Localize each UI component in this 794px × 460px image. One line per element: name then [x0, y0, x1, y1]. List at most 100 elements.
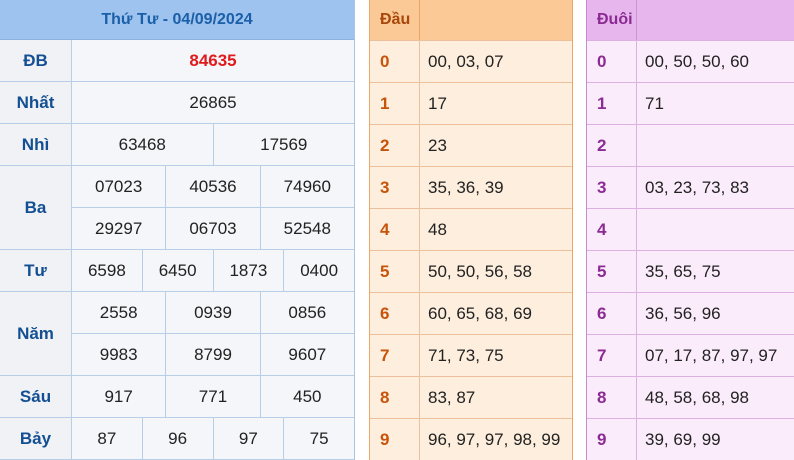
dau-row: 4 48 — [370, 208, 572, 250]
result-row: Ba 07023 40536 74960 29297 06703 52548 — [0, 166, 354, 250]
duoi-values: 35, 65, 75 — [645, 261, 721, 281]
dau-values: 71, 73, 75 — [428, 345, 504, 365]
prize-number: 06703 — [166, 208, 261, 250]
duoi-values — [637, 209, 794, 250]
prize-number: 75 — [284, 418, 354, 460]
duoi-row: 9 39, 69, 99 — [587, 418, 794, 460]
dau-digit: 5 — [370, 251, 420, 292]
dau-header: Đầu — [370, 0, 572, 40]
duoi-values — [637, 125, 794, 166]
dau-row: 7 71, 73, 75 — [370, 334, 572, 376]
result-row: Bảy 87 96 97 75 — [0, 418, 354, 460]
results-table: Thứ Tư - 04/09/2024 ĐB 84635 Nhất 26865 Nhì 6… — [0, 0, 355, 460]
duoi-header: Đuôi — [587, 0, 794, 40]
results-date-title: Thứ Tư - 04/09/2024 — [0, 0, 354, 40]
duoi-digit: 8 — [587, 377, 637, 418]
dau-row: 1 17 — [370, 82, 572, 124]
prize-number: 771 — [166, 376, 261, 418]
dau-panel: Đầu 0 00, 03, 07 1 17 2 23 3 35, 36, 39 4 48 5 50, … — [369, 0, 573, 460]
duoi-values: 71 — [645, 93, 664, 113]
prize-number: 74960 — [260, 166, 354, 208]
duoi-row: 0 00, 50, 50, 60 — [587, 40, 794, 82]
dau-values: 60, 65, 68, 69 — [428, 303, 532, 323]
prize-label: Sáu — [0, 376, 72, 418]
duoi-title: Đuôi — [587, 0, 637, 40]
prize-label: Nhì — [0, 124, 72, 166]
result-row: Nhất 26865 — [0, 82, 354, 124]
dau-values: 50, 50, 56, 58 — [428, 261, 532, 281]
prize-number: 0400 — [284, 250, 354, 292]
duoi-row: 5 35, 65, 75 — [587, 250, 794, 292]
prize-number: 450 — [260, 376, 354, 418]
dau-row: 8 83, 87 — [370, 376, 572, 418]
dau-row: 3 35, 36, 39 — [370, 166, 572, 208]
dau-values: 00, 03, 07 — [428, 51, 504, 71]
prize-number: 8799 — [166, 334, 261, 376]
prize-number: 917 — [72, 376, 167, 418]
prize-number: 17569 — [213, 124, 354, 166]
duoi-values: 39, 69, 99 — [645, 429, 721, 449]
prize-number: 0856 — [260, 292, 354, 334]
dau-digit: 0 — [370, 41, 420, 82]
duoi-digit: 6 — [587, 293, 637, 334]
result-row: Năm 2558 0939 0856 9983 8799 9607 — [0, 292, 354, 376]
dau-values: 35, 36, 39 — [428, 177, 504, 197]
dau-row: 0 00, 03, 07 — [370, 40, 572, 82]
prize-label: Ba — [0, 166, 72, 250]
dau-values: 17 — [428, 93, 447, 113]
result-row: ĐB 84635 — [0, 40, 354, 82]
duoi-row: 3 03, 23, 73, 83 — [587, 166, 794, 208]
prize-number: 2558 — [72, 292, 167, 334]
prize-label: Nhất — [0, 82, 72, 124]
dau-digit: 6 — [370, 293, 420, 334]
dau-values: 83, 87 — [428, 387, 476, 407]
dau-values: 48 — [428, 219, 447, 239]
prize-label: Tư — [0, 250, 72, 292]
dau-rows: 0 00, 03, 07 1 17 2 23 3 35, 36, 39 4 48 5 50, 50, … — [370, 40, 572, 460]
result-row: Nhì 63468 17569 — [0, 124, 354, 166]
prize-number: 40536 — [166, 166, 261, 208]
dau-digit: 9 — [370, 419, 420, 460]
dau-row: 2 23 — [370, 124, 572, 166]
duoi-digit: 4 — [587, 209, 637, 250]
duoi-values: 00, 50, 50, 60 — [645, 51, 749, 71]
prize-number: 9983 — [72, 334, 167, 376]
dau-values: 96, 97, 97, 98, 99 — [428, 429, 561, 449]
duoi-digit: 0 — [587, 41, 637, 82]
dau-row: 5 50, 50, 56, 58 — [370, 250, 572, 292]
prize-number: 0939 — [166, 292, 261, 334]
prize-number: 6450 — [142, 250, 214, 292]
prize-number: 87 — [72, 418, 143, 460]
prize-number: 52548 — [260, 208, 354, 250]
prize-number: 97 — [213, 418, 285, 460]
dau-row: 6 60, 65, 68, 69 — [370, 292, 572, 334]
prize-number: 96 — [142, 418, 214, 460]
dau-digit: 3 — [370, 167, 420, 208]
duoi-rows: 0 00, 50, 50, 60 1 71 2 3 03, 23, 73, 83 4 5 35, … — [587, 40, 794, 460]
duoi-digit: 2 — [587, 125, 637, 166]
dau-digit: 8 — [370, 377, 420, 418]
duoi-row: 7 07, 17, 87, 97, 97 — [587, 334, 794, 376]
prize-label: Bảy — [0, 418, 72, 460]
special-prize-number: 84635 — [72, 40, 354, 82]
prize-label: Năm — [0, 292, 72, 376]
lottery-result-page: Thứ Tư - 04/09/2024 ĐB 84635 Nhất 26865 Nhì 6… — [0, 0, 794, 460]
prize-number: 6598 — [72, 250, 143, 292]
duoi-values: 07, 17, 87, 97, 97 — [645, 345, 778, 365]
dau-title: Đầu — [370, 0, 420, 40]
prize-number: 26865 — [72, 82, 354, 124]
result-row: Sáu 917 771 450 — [0, 376, 354, 418]
dau-row: 9 96, 97, 97, 98, 99 — [370, 418, 572, 460]
prize-label: ĐB — [0, 40, 72, 82]
dau-digit: 2 — [370, 125, 420, 166]
duoi-digit: 1 — [587, 83, 637, 124]
duoi-row: 4 — [587, 208, 794, 250]
duoi-values: 36, 56, 96 — [645, 303, 721, 323]
dau-values: 23 — [428, 135, 447, 155]
duoi-row: 2 — [587, 124, 794, 166]
prize-number: 07023 — [72, 166, 167, 208]
dau-digit: 1 — [370, 83, 420, 124]
prize-number: 63468 — [72, 124, 214, 166]
duoi-panel: Đuôi 0 00, 50, 50, 60 1 71 2 3 03, 23, 73, 83 4… — [586, 0, 794, 460]
prize-number: 1873 — [213, 250, 285, 292]
